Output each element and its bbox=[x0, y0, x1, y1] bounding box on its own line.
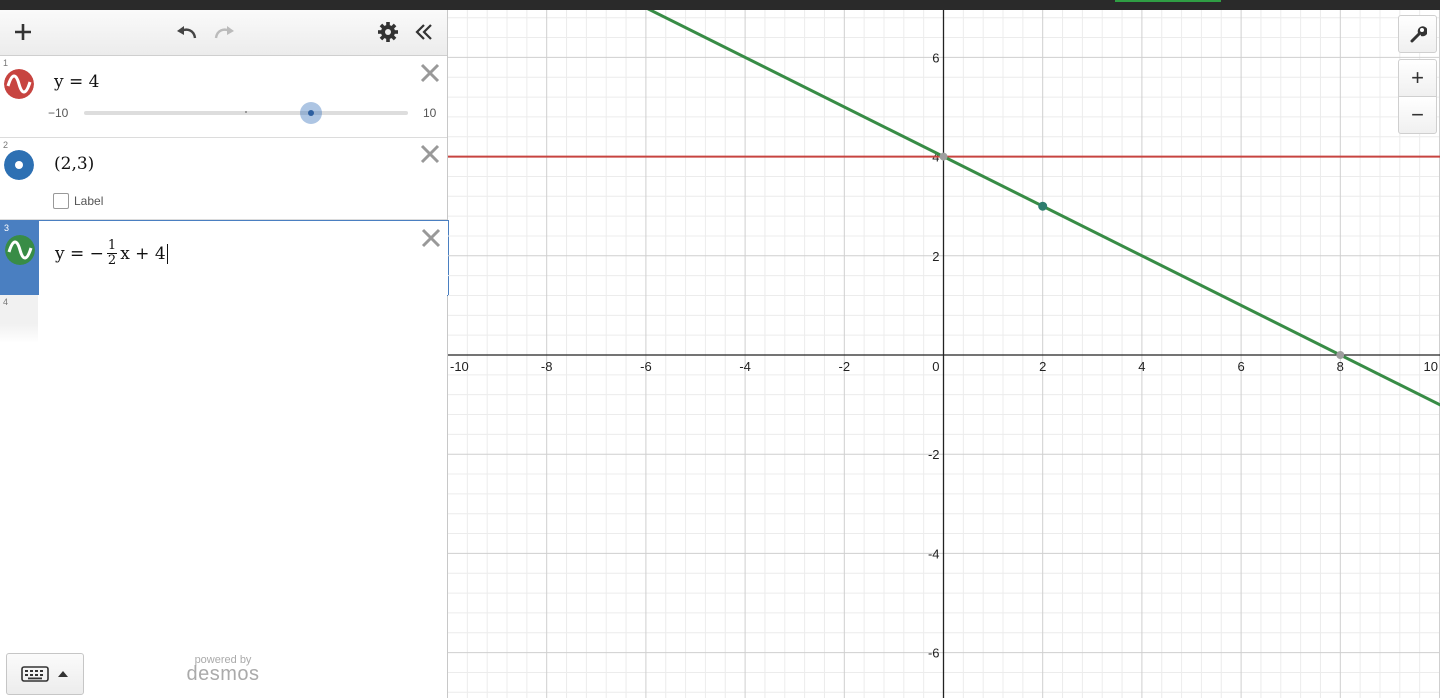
expression-index: 1 bbox=[3, 58, 9, 68]
x-tick-label: 4 bbox=[1138, 359, 1145, 374]
expression-index: 2 bbox=[3, 140, 9, 150]
slider-max-label[interactable]: 10 bbox=[423, 106, 436, 120]
x-tick-label: -6 bbox=[640, 359, 652, 374]
x-tick-label: 0 bbox=[932, 359, 939, 374]
text-cursor bbox=[166, 243, 168, 264]
x-tick-label: 2 bbox=[1039, 359, 1046, 374]
expression-item-3[interactable]: 3 y = − 1 2 x + 4 bbox=[0, 220, 449, 296]
y-tick-label: 6 bbox=[932, 50, 939, 65]
zoom-in-button[interactable]: + bbox=[1398, 59, 1437, 97]
top-bar bbox=[0, 0, 1440, 10]
expression-math[interactable]: y = − 1 2 x + 4 bbox=[55, 239, 168, 268]
x-tick-label: -4 bbox=[739, 359, 751, 374]
label-checkbox-text[interactable]: Label bbox=[74, 194, 103, 208]
collapse-panel-button[interactable] bbox=[410, 18, 438, 46]
x-tick-label: 8 bbox=[1337, 359, 1344, 374]
expression-gutter: 2 bbox=[0, 138, 38, 219]
fraction-denominator: 2 bbox=[107, 253, 117, 268]
undo-icon bbox=[177, 26, 197, 39]
fraction: 1 2 bbox=[106, 238, 118, 268]
plotted-point bbox=[1038, 201, 1048, 211]
undo-button[interactable] bbox=[172, 18, 202, 46]
keyboard-toggle-button[interactable] bbox=[6, 653, 84, 695]
zoom-out-button[interactable]: − bbox=[1398, 96, 1437, 134]
expression-gutter: 1 bbox=[0, 56, 38, 137]
y-tick-label: -4 bbox=[928, 546, 940, 561]
graph-settings-button[interactable] bbox=[1398, 15, 1437, 53]
powered-by-desmos[interactable]: powered by desmos bbox=[183, 654, 263, 686]
graph-canvas[interactable]: -10-8-6-4-20246810642-2-4-6 bbox=[448, 10, 1440, 698]
x-tick-label: -10 bbox=[450, 359, 469, 374]
expression-math[interactable]: (2,3) bbox=[54, 154, 94, 174]
caret-up-icon bbox=[58, 671, 68, 677]
intercept-point bbox=[939, 152, 948, 161]
expression-lhs: y = − bbox=[55, 243, 104, 264]
x-tick-label: -8 bbox=[541, 359, 553, 374]
double-chevron-left-icon bbox=[415, 24, 432, 40]
slider-track[interactable] bbox=[84, 111, 408, 115]
fraction-numerator: 1 bbox=[106, 238, 118, 254]
curve-color-icon[interactable] bbox=[5, 235, 35, 265]
zoom-out-label: − bbox=[1411, 102, 1424, 127]
expression-gutter: 4 bbox=[0, 295, 38, 343]
expression-index: 4 bbox=[3, 297, 9, 307]
expression-rhs: x + 4 bbox=[120, 243, 166, 264]
add-expression-button[interactable] bbox=[8, 18, 38, 46]
expression-item-4[interactable]: 4 bbox=[0, 295, 447, 343]
intercept-point bbox=[1336, 351, 1345, 359]
settings-button[interactable] bbox=[374, 18, 402, 46]
expression-item-2[interactable]: 2 (2,3) Label bbox=[0, 138, 447, 220]
expression-item-1[interactable]: 1 y = 4 −10 10 bbox=[0, 56, 447, 138]
redo-button[interactable] bbox=[209, 18, 239, 46]
wrench-icon bbox=[1410, 26, 1427, 43]
top-accent bbox=[1115, 0, 1221, 2]
expression-gutter: 3 bbox=[1, 221, 39, 295]
point-color-icon[interactable] bbox=[4, 150, 34, 180]
x-tick-label: -2 bbox=[839, 359, 851, 374]
close-icon[interactable] bbox=[419, 143, 441, 165]
y-tick-label: 2 bbox=[932, 249, 939, 264]
expression-panel: 1 y = 4 −10 10 2 (2,3) Label 3 y = − 1 2… bbox=[0, 10, 449, 698]
slider-handle[interactable] bbox=[299, 102, 322, 124]
expression-index: 3 bbox=[4, 223, 10, 233]
curve-color-icon[interactable] bbox=[4, 69, 34, 99]
desmos-logo: desmos bbox=[186, 663, 260, 685]
slider-zero-mark bbox=[245, 111, 247, 113]
gear-icon bbox=[378, 22, 398, 42]
y-tick-label: -6 bbox=[928, 646, 940, 661]
close-icon[interactable] bbox=[419, 62, 441, 84]
y-tick-label: -2 bbox=[928, 447, 940, 462]
slider-min-label[interactable]: −10 bbox=[48, 106, 68, 120]
x-tick-label: 6 bbox=[1237, 359, 1244, 374]
plus-icon bbox=[15, 24, 31, 40]
expression-toolbar bbox=[0, 10, 447, 56]
zoom-in-label: + bbox=[1411, 65, 1424, 90]
keyboard-icon bbox=[21, 666, 49, 682]
label-checkbox[interactable] bbox=[53, 193, 69, 209]
x-tick-label: 10 bbox=[1424, 359, 1438, 374]
close-icon[interactable] bbox=[420, 227, 442, 249]
redo-icon bbox=[214, 26, 234, 39]
expression-math[interactable]: y = 4 bbox=[54, 72, 99, 92]
